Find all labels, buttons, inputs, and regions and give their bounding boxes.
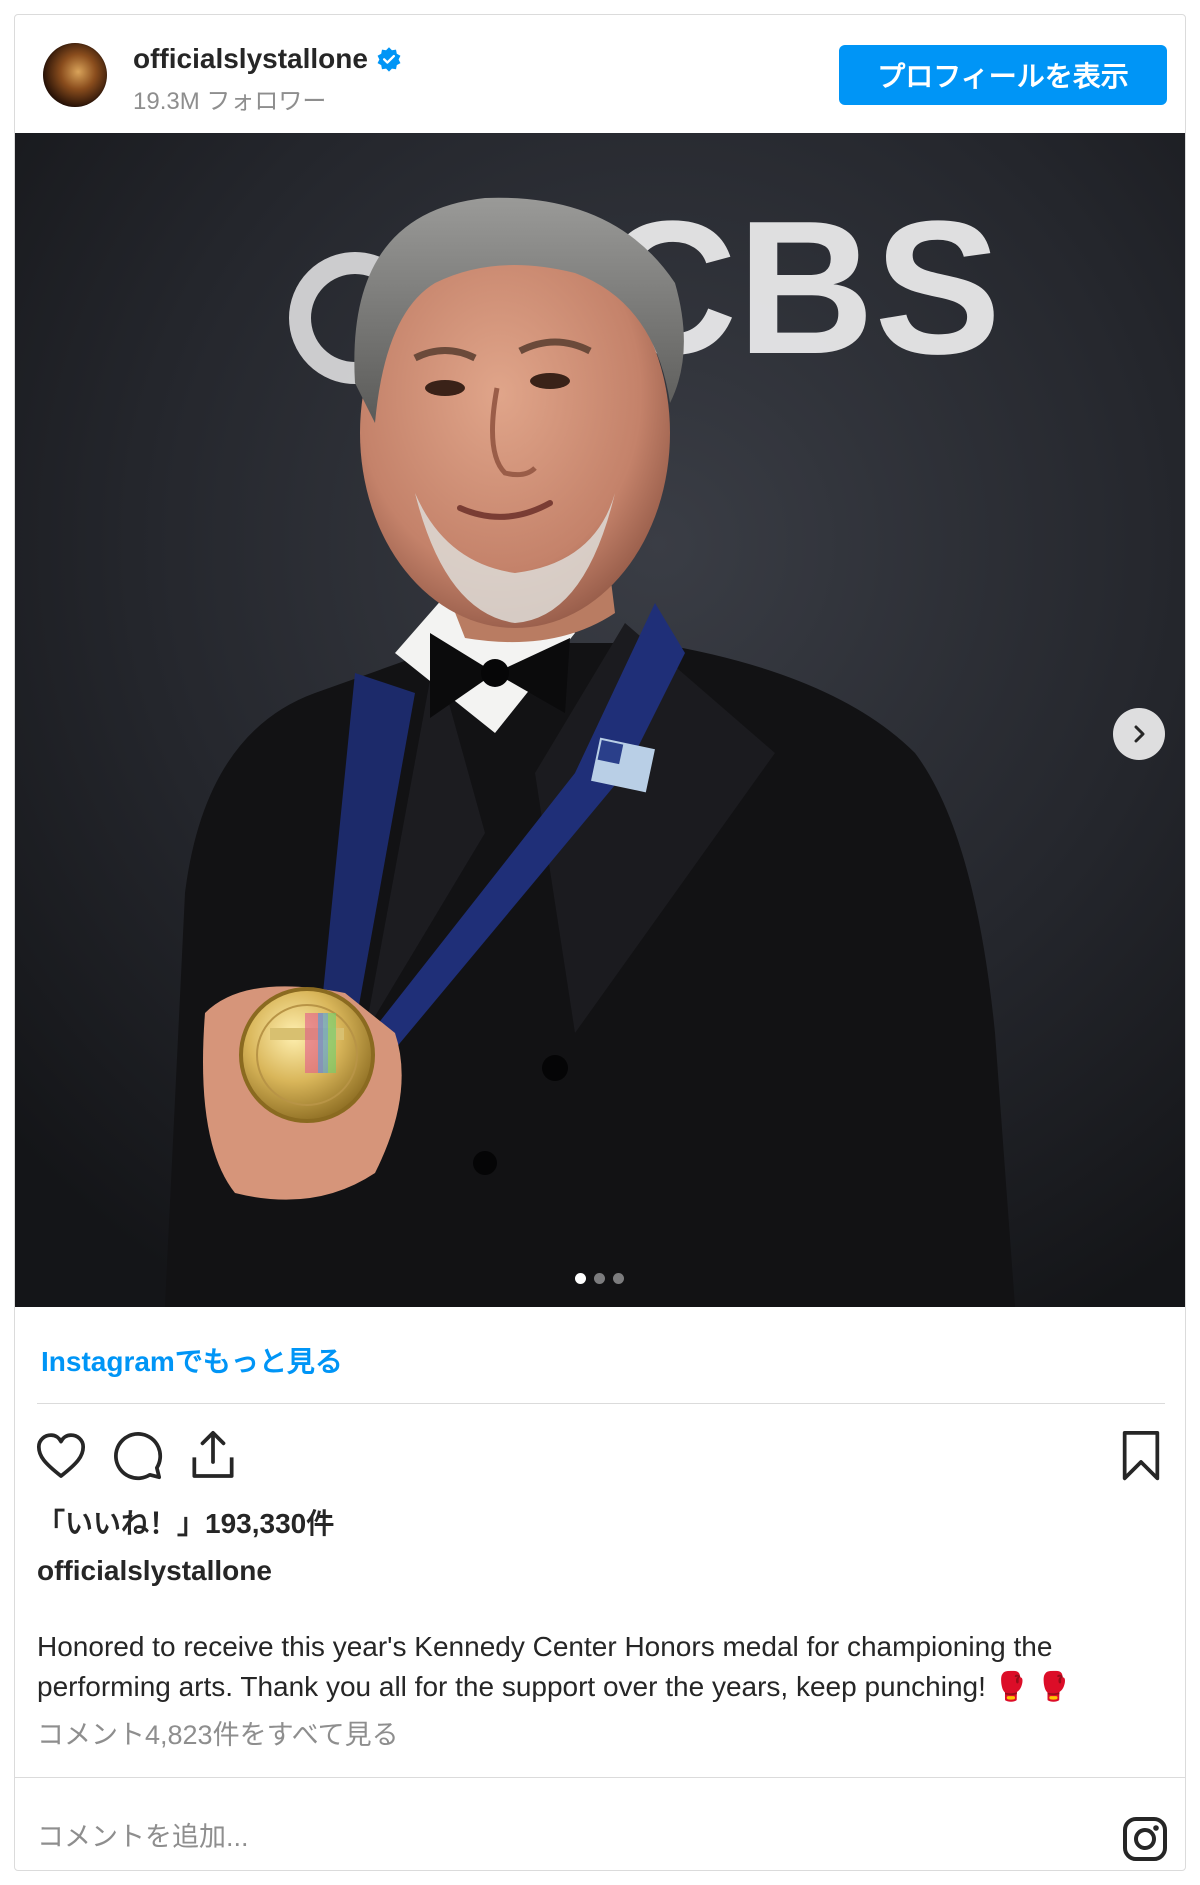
- heart-icon[interactable]: [33, 1427, 89, 1483]
- portrait-photo: CBS: [15, 133, 1185, 1307]
- comment-icon[interactable]: [109, 1427, 165, 1483]
- username-row: officialslystallone: [133, 43, 402, 75]
- post-header: officialslystallone 19.3M フォロワー プロフィールを表…: [15, 15, 1185, 133]
- divider: [37, 1403, 1165, 1404]
- carousel-indicator: [575, 1273, 624, 1284]
- verified-badge-icon: [377, 47, 401, 72]
- post-image[interactable]: CBS: [15, 133, 1185, 1307]
- chevron-right-icon: [1134, 725, 1145, 743]
- carousel-dot: [594, 1273, 605, 1284]
- carousel-dot: [613, 1273, 624, 1284]
- add-comment-input[interactable]: [37, 1815, 837, 1859]
- view-more-on-instagram-link[interactable]: Instagramでもっと見る: [41, 1340, 343, 1380]
- caption-username[interactable]: officialslystallone: [37, 1555, 272, 1587]
- avatar[interactable]: [43, 43, 107, 107]
- carousel-dot: [575, 1273, 586, 1284]
- instagram-logo-icon[interactable]: [1121, 1815, 1169, 1863]
- divider: [15, 1777, 1185, 1778]
- bookmark-icon[interactable]: [1113, 1427, 1169, 1483]
- caption-text: Honored to receive this year's Kennedy C…: [37, 1631, 1072, 1702]
- next-image-button[interactable]: [1113, 708, 1165, 760]
- follower-count: 19.3M フォロワー: [133, 88, 327, 115]
- instagram-embed-card: officialslystallone 19.3M フォロワー プロフィールを表…: [14, 14, 1186, 1871]
- like-count: 「いいね！」193,330件: [37, 1508, 335, 1539]
- share-icon[interactable]: [185, 1427, 241, 1483]
- view-all-comments-link[interactable]: コメント4,823件をすべて見る: [37, 1713, 399, 1752]
- view-profile-button[interactable]: プロフィールを表示: [839, 45, 1167, 105]
- username[interactable]: officialslystallone: [133, 43, 368, 75]
